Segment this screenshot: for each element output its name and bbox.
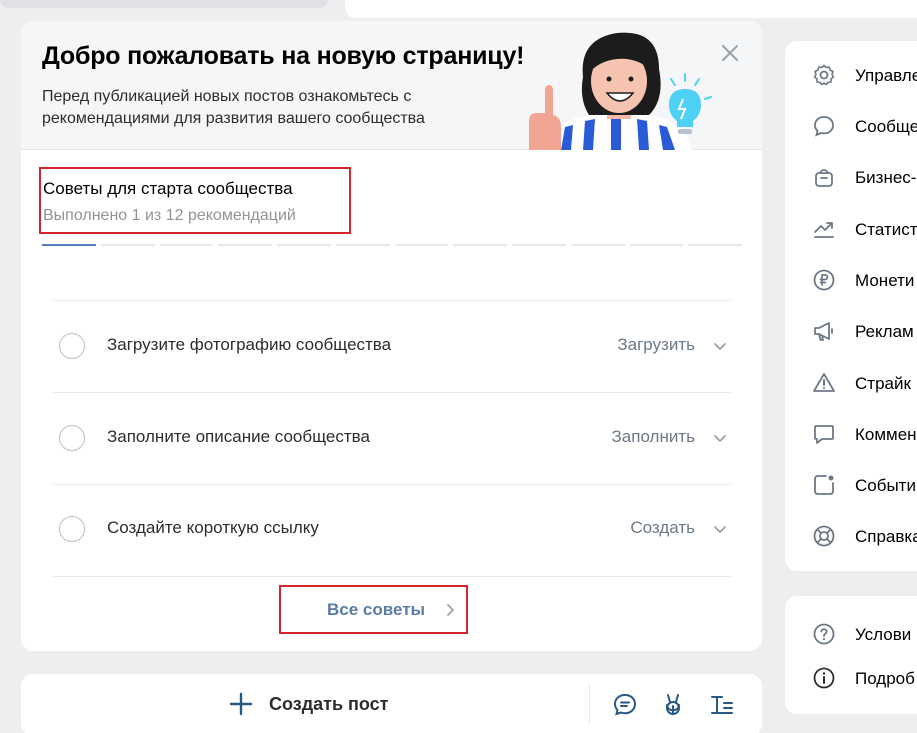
sidebar-menu: Управле Сообще Бизнес- Статист Монети Ре…	[785, 41, 917, 571]
all-tips-button[interactable]: Все советы	[279, 585, 468, 634]
progress-segments	[42, 244, 742, 247]
sidebar-item-label: Событи	[855, 476, 916, 495]
sidebar-item-label: Услови	[855, 625, 912, 644]
top-bar	[0, 0, 917, 18]
warning-triangle-icon	[813, 373, 835, 392]
task-fill-description[interactable]: Заполните описание сообщества Заполнить	[53, 393, 731, 484]
header-panel	[345, 0, 917, 18]
sidebar-item-label: Подроб	[855, 669, 915, 688]
plus-icon	[229, 692, 253, 716]
sidebar-info-menu: Услови Подроб	[785, 596, 917, 714]
divider	[589, 684, 590, 724]
progress-segment	[159, 244, 214, 246]
post-bar: Создать пост	[21, 674, 762, 733]
sidebar-item-label: Монети	[855, 271, 915, 290]
task-action-button[interactable]: Заполнить	[612, 427, 695, 447]
sidebar-item-label: Реклам	[855, 322, 914, 341]
task-upload-photo[interactable]: Загрузите фотографию сообщества Загрузит…	[53, 301, 731, 392]
sidebar-item-messages[interactable]: Сообще	[785, 106, 917, 146]
sidebar-item-label: Коммен	[855, 425, 917, 444]
welcome-illustration	[529, 32, 712, 150]
task-checkbox[interactable]	[59, 516, 85, 542]
banner-subtitle: Перед публикацией новых постов ознакомьт…	[42, 88, 425, 127]
sidebar-item-label: Справка	[855, 527, 917, 546]
message-bubble-icon	[814, 116, 834, 137]
progress-segment-done	[42, 244, 96, 246]
progress-segment	[100, 244, 155, 246]
sidebar-item-business[interactable]: Бизнес-	[785, 157, 917, 197]
lifebuoy-icon	[813, 525, 835, 547]
article-icon[interactable]	[709, 692, 735, 718]
task-short-link[interactable]: Создайте короткую ссылку Создать	[53, 484, 731, 575]
progress-header: Советы для старта сообщества Выполнено 1…	[39, 167, 351, 234]
progress-segment	[629, 244, 684, 246]
sidebar-item-manage[interactable]: Управле	[785, 55, 917, 95]
chevron-right-icon	[447, 604, 455, 616]
task-label: Создайте короткую ссылку	[107, 518, 319, 537]
banner-title: Добро пожаловать на новую страницу!	[42, 42, 525, 70]
welcome-banner: Добро пожаловать на новую страницу! Пере…	[21, 21, 762, 150]
clips-icon[interactable]	[660, 692, 686, 718]
progress-segment	[218, 244, 272, 246]
create-post-label: Создать пост	[269, 693, 389, 714]
sidebar-item-strikes[interactable]: Страйк	[785, 363, 917, 403]
close-icon[interactable]	[718, 41, 742, 65]
sidebar-item-label: Бизнес-	[855, 168, 917, 187]
event-notification-icon	[814, 475, 834, 495]
task-checkbox[interactable]	[59, 333, 85, 359]
progress-segment	[335, 244, 390, 246]
progress-subtitle: Выполнено 1 из 12 рекомендаций	[43, 207, 296, 224]
sidebar-item-terms[interactable]: Услови	[785, 614, 917, 654]
info-circle-icon	[813, 667, 835, 689]
task-label: Загрузите фотографию сообщества	[107, 335, 392, 354]
megaphone-icon	[814, 322, 833, 341]
sidebar-item-monetization[interactable]: Монети	[785, 260, 917, 300]
sidebar-item-label: Статист	[855, 220, 917, 239]
progress-segment	[453, 244, 507, 246]
ruble-coin-icon	[813, 269, 835, 291]
progress-segment	[512, 244, 566, 246]
chevron-down-icon[interactable]	[711, 520, 729, 538]
create-post-button[interactable]: Создать пост	[229, 690, 388, 718]
divider	[53, 576, 731, 577]
shopping-bag-icon	[815, 169, 833, 187]
search-bar-edge[interactable]	[0, 0, 328, 8]
progress-segment	[277, 244, 331, 246]
sidebar-item-label: Страйк	[855, 374, 911, 393]
sidebar-item-help[interactable]: Справка	[785, 516, 917, 556]
question-circle-icon	[813, 623, 835, 645]
task-label: Заполните описание сообщества	[107, 427, 370, 446]
task-action-button[interactable]: Создать	[630, 518, 695, 538]
chevron-down-icon[interactable]	[711, 429, 729, 447]
progress-title: Советы для старта сообщества	[43, 179, 293, 198]
chevron-down-icon[interactable]	[711, 337, 729, 355]
trending-chart-icon	[814, 222, 834, 238]
all-tips-label: Все советы	[327, 600, 426, 619]
progress-segment	[688, 244, 742, 246]
message-dots-icon[interactable]	[612, 692, 638, 718]
sidebar-item-events[interactable]: Событи	[785, 465, 917, 505]
task-checkbox[interactable]	[59, 425, 85, 451]
gear-icon	[813, 64, 835, 86]
sidebar-item-label: Управле	[855, 66, 917, 85]
sidebar-item-statistics[interactable]: Статист	[785, 209, 917, 249]
task-action-button[interactable]: Загрузить	[617, 335, 695, 355]
sidebar-item-details[interactable]: Подроб	[785, 658, 917, 698]
welcome-card: Добро пожаловать на новую страницу! Пере…	[21, 21, 762, 651]
comment-icon	[814, 425, 834, 444]
progress-segment	[570, 244, 625, 246]
sidebar-item-comments[interactable]: Коммен	[785, 414, 917, 454]
sidebar-item-label: Сообще	[855, 117, 917, 136]
sidebar-item-ads[interactable]: Реклам	[785, 311, 917, 351]
progress-segment	[394, 244, 449, 246]
